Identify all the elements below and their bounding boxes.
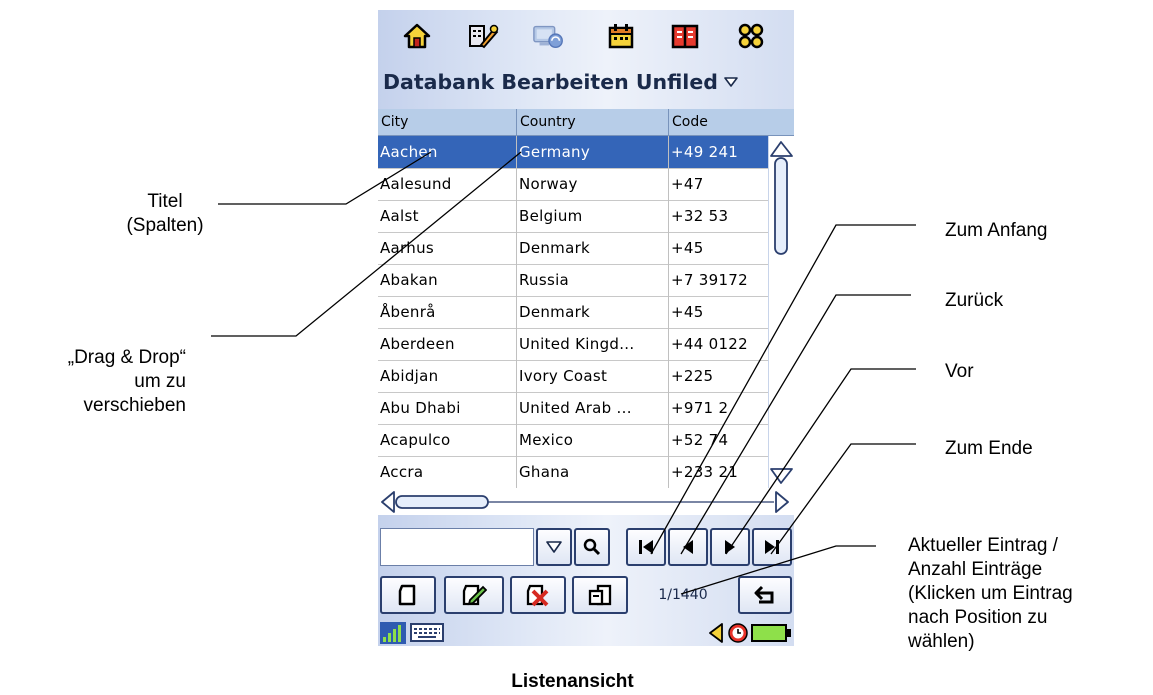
annotation-drag-drop: „Drag & Drop“ um zu verschieben <box>67 347 186 416</box>
figure-caption: Listenansicht <box>0 671 1153 693</box>
annotation-titel: Titel (Spalten) <box>126 191 204 236</box>
annotation-aktueller-eintrag: Aktueller Eintrag / Anzahl Einträge (Kli… <box>908 535 1073 652</box>
caption-text: Listenansicht <box>511 671 634 692</box>
annotation-zurueck: Zurück <box>945 290 1004 311</box>
annotation-zum-ende: Zum Ende <box>945 438 1033 459</box>
annotation-zum-anfang: Zum Anfang <box>945 220 1048 241</box>
annotation-vor: Vor <box>945 361 974 382</box>
